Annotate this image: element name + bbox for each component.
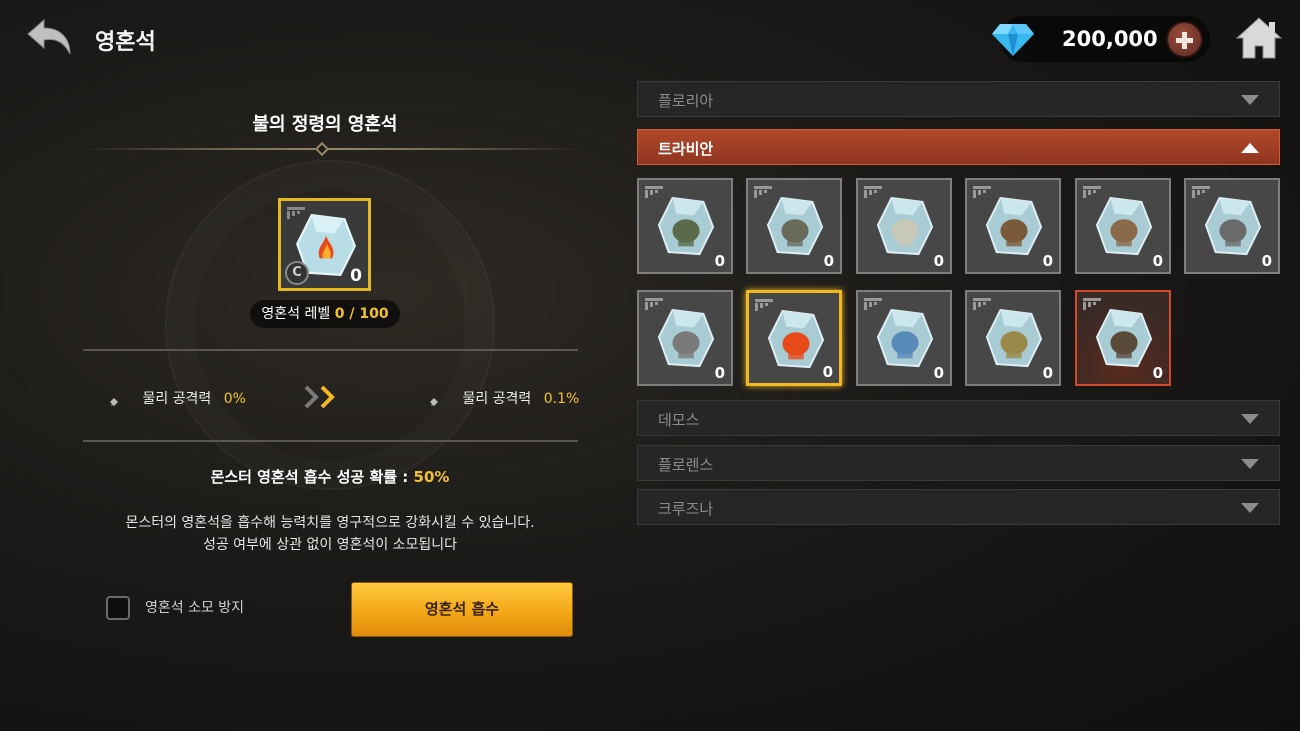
sword-icon	[110, 392, 124, 406]
bear-stone-icon	[1095, 196, 1153, 256]
stone-slot-bear[interactable]: 0	[1075, 178, 1171, 274]
stone-slot-hammer[interactable]: 0	[637, 290, 733, 386]
hammer-stone-icon	[657, 308, 715, 368]
stone-name: 불의 정령의 영혼석	[252, 114, 398, 135]
sword-icon	[430, 392, 444, 406]
back-button[interactable]	[24, 16, 76, 60]
chevron-down-icon	[1241, 503, 1259, 513]
description-line-1: 몬스터의 영혼석을 흡수해 능력치를 영구적으로 강화시킬 수 있습니다.	[125, 515, 535, 531]
stone-count: 0	[1152, 252, 1163, 270]
home-button[interactable]	[1235, 16, 1283, 60]
stone-count: 0	[1042, 364, 1053, 382]
stone-count: 0	[714, 364, 725, 382]
chevron-up-icon	[1241, 143, 1259, 153]
grade-badge: C	[285, 261, 309, 285]
yeti-stone-icon	[876, 196, 934, 256]
home-icon	[1235, 17, 1283, 59]
description: 몬스터의 영혼석을 흡수해 능력치를 영구적으로 강화시킬 수 있습니다. 성공…	[90, 512, 570, 556]
region-label: 플로렌스	[658, 456, 714, 474]
absorb-button[interactable]: 영혼석 흡수	[351, 582, 573, 637]
stone-slot-ice-cone[interactable]: 0	[856, 290, 952, 386]
region-label: 플로리아	[658, 92, 714, 110]
ghoul-stone-icon	[766, 196, 824, 256]
next-stat: 물리 공격력 0.1%	[428, 388, 579, 408]
region-tab-4[interactable]: 플로렌스	[637, 445, 1280, 481]
region-label: 크루즈나	[658, 500, 714, 518]
chevron-down-icon	[1241, 414, 1259, 424]
stats-divider-bottom	[83, 440, 578, 442]
current-stat-label: 물리 공격력	[142, 391, 212, 407]
region-tab-1[interactable]: 플로리아	[637, 81, 1280, 117]
stone-slot-boar[interactable]: 0	[965, 178, 1061, 274]
ice-cone-stone-icon	[876, 308, 934, 368]
add-currency-button[interactable]	[1166, 21, 1203, 58]
boar-stone-icon	[985, 196, 1043, 256]
zombie-stone-icon	[657, 196, 715, 256]
upgrade-arrow-icon	[304, 385, 335, 409]
gem-icon	[992, 24, 1034, 56]
region-label: 트라비안	[658, 140, 714, 158]
prevent-consume-checkbox[interactable]	[106, 596, 130, 620]
stone-count: 0	[933, 252, 944, 270]
anvil-stone-icon	[1204, 196, 1262, 256]
region-tab-5[interactable]: 크루즈나	[637, 489, 1280, 525]
stone-level: 영혼석 레벨 0 / 100	[250, 300, 400, 328]
selected-stone-slot: C 0	[278, 198, 371, 291]
current-stat: 물리 공격력 0%	[108, 388, 246, 408]
stone-slot-fire-spirit[interactable]: 0	[746, 290, 842, 386]
fire-spirit-stone-icon	[767, 309, 825, 369]
stone-count: 0	[350, 266, 362, 286]
success-rate-label: 몬스터 영혼석 흡수 성공 확률 :	[210, 468, 409, 486]
stone-slot-yeti[interactable]: 0	[856, 178, 952, 274]
chevron-down-icon	[1241, 95, 1259, 105]
prevent-consume-label: 영혼석 소모 방지	[145, 600, 245, 616]
stone-count: 0	[714, 252, 725, 270]
region-label: 데모스	[658, 411, 700, 429]
chevron-down-icon	[1241, 459, 1259, 469]
screen-title: 영혼석	[95, 30, 156, 55]
next-stat-value: 0.1%	[543, 391, 580, 407]
stone-slot-ghoul[interactable]: 0	[746, 178, 842, 274]
warrior-stone-icon	[1095, 308, 1153, 368]
currency-display: 200,000	[992, 16, 1210, 62]
region-tab-3[interactable]: 데모스	[637, 400, 1280, 436]
stats-divider-top	[83, 349, 578, 351]
next-stat-label: 물리 공격력	[462, 391, 532, 407]
description-line-2: 성공 여부에 상관 없이 영혼석이 소모됩니다	[202, 537, 458, 553]
stone-count: 0	[1042, 252, 1053, 270]
stone-count: 0	[933, 364, 944, 382]
success-rate: 몬스터 영혼석 흡수 성공 확률 : 50%	[130, 466, 530, 487]
stone-slot-golem[interactable]: 0	[965, 290, 1061, 386]
success-rate-value: 50%	[413, 468, 450, 486]
level-label: 영혼석 레벨	[261, 306, 331, 322]
stone-slot-zombie[interactable]: 0	[637, 178, 733, 274]
title-divider	[85, 148, 580, 150]
level-value: 0 / 100	[334, 306, 389, 322]
region-tab-2[interactable]: 트라비안	[637, 129, 1280, 165]
stone-count: 0	[1152, 364, 1163, 382]
stone-slot-warrior[interactable]: 0	[1075, 290, 1171, 386]
current-stat-value: 0%	[223, 391, 246, 407]
title-ornament	[314, 141, 330, 157]
stone-count: 0	[823, 252, 834, 270]
back-arrow-icon	[27, 18, 71, 55]
stone-count: 0	[1261, 252, 1272, 270]
golem-stone-icon	[985, 308, 1043, 368]
stone-count: 0	[822, 363, 833, 381]
stone-slot-anvil[interactable]: 0	[1184, 178, 1280, 274]
currency-amount: 200,000	[1062, 27, 1158, 51]
